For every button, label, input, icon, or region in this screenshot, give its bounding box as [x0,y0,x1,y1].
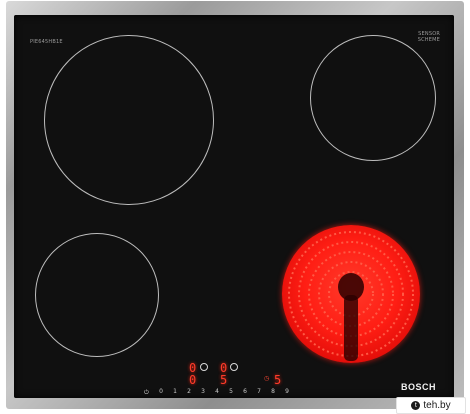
slider-number[interactable]: 3 [198,388,208,395]
sensor-text-2: SCHEME [417,37,440,43]
power-icon[interactable]: ⏻ [144,389,149,397]
slider-number[interactable]: 6 [240,388,250,395]
slider-number[interactable]: 4 [212,388,222,395]
watermark-logo-icon: t [411,401,421,410]
cooking-zone-front-left[interactable] [35,233,159,357]
cooking-zone-rear-left[interactable] [44,35,214,205]
zone-level-3: 0 [189,373,197,387]
cooking-zone-rear-right[interactable] [310,35,436,161]
slider-number[interactable]: 0 [156,388,166,395]
heating-coil-pattern [288,231,414,361]
touch-control-panel: 0 0 0 5 ◷ 5 0 1 2 3 4 5 6 7 8 9 ⏻ [144,356,314,398]
watermark-text: teh.by [423,400,451,411]
slider-number[interactable]: 2 [184,388,194,395]
ceramic-glass-surface: PIE645HB1E SENSOR SCHEME 0 0 0 5 ◷ 5 0 1… [14,15,454,398]
zone-ring-icon[interactable] [200,363,208,371]
model-label: PIE645HB1E [30,39,63,45]
slider-number[interactable]: 5 [226,388,236,395]
brand-logo: BOSCH [400,382,436,392]
timer-display: 5 [274,373,282,387]
slider-number[interactable]: 7 [254,388,264,395]
cooking-zone-front-right-active[interactable] [282,225,420,363]
site-watermark: t teh.by [396,397,466,414]
slider-number[interactable]: 9 [282,388,292,395]
slider-number[interactable]: 8 [268,388,278,395]
timer-icon[interactable]: ◷ [264,375,269,382]
power-level-slider[interactable]: 0 1 2 3 4 5 6 7 8 9 [156,388,304,398]
zone-ring-icon[interactable] [230,363,238,371]
zone-level-4: 5 [220,373,228,387]
slider-number[interactable]: 1 [170,388,180,395]
